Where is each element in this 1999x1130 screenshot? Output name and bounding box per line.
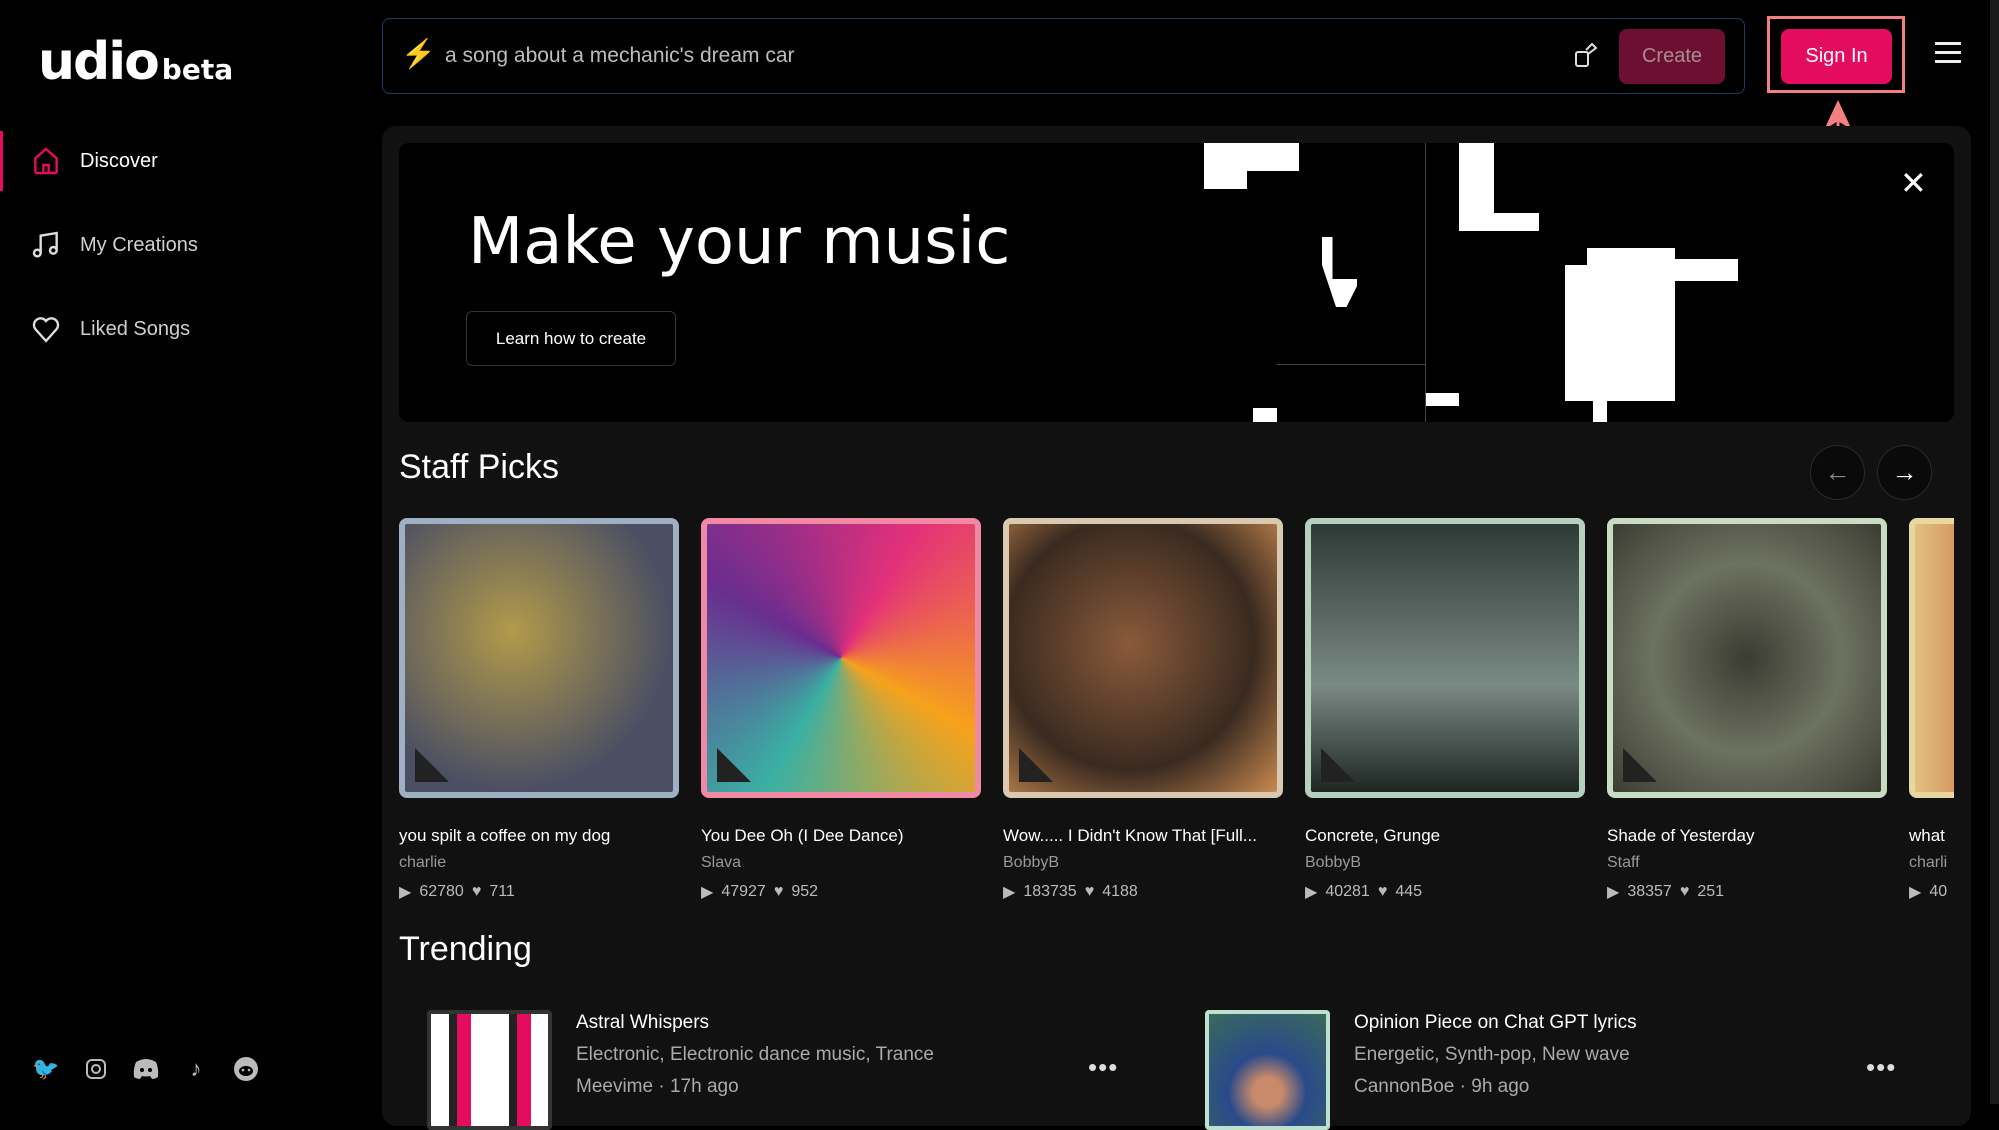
cover-art xyxy=(701,518,981,798)
like-count: 952 xyxy=(791,883,819,900)
track-author[interactable]: Meevime xyxy=(576,1076,653,1097)
heart-icon: ♥ xyxy=(773,883,784,900)
song-card[interactable]: You Dee Oh (I Dee Dance) Slava ▶ 47927 ♥ 95… xyxy=(701,518,981,902)
play-icon: ▶ xyxy=(1909,884,1922,901)
song-title[interactable]: Concrete, Grunge xyxy=(1305,826,1585,846)
like-count: 711 xyxy=(489,883,515,900)
scrollbar[interactable] xyxy=(1990,0,1999,1104)
track-time: 9h ago xyxy=(1471,1076,1530,1097)
song-artist[interactable]: BobbyB xyxy=(1305,854,1585,872)
cover-art xyxy=(1909,518,1954,798)
track-genres: Energetic, Synth-pop, New wave xyxy=(1354,1044,1630,1065)
cover-art xyxy=(1003,518,1283,798)
song-artist[interactable]: charlie xyxy=(399,854,679,872)
song-card[interactable]: Shade of Yesterday Staff ▶ 38357 ♥ 251 xyxy=(1607,518,1887,902)
more-options-icon[interactable]: ••• xyxy=(1088,1052,1118,1083)
song-card[interactable]: Wow..... I Didn't Know That [Full... Bob… xyxy=(1003,518,1283,902)
play-icon: ▶ xyxy=(1305,884,1318,901)
song-title[interactable]: what xyxy=(1909,826,1954,846)
cover-art xyxy=(1305,518,1585,798)
song-card[interactable]: you spilt a coffee on my dog charlie ▶ 62… xyxy=(399,518,679,902)
song-title[interactable]: You Dee Oh (I Dee Dance) xyxy=(701,826,981,846)
track-author[interactable]: CannonBoe xyxy=(1354,1076,1454,1097)
track-time: 17h ago xyxy=(669,1076,739,1097)
track-genres: Electronic, Electronic dance music, Tran… xyxy=(576,1044,934,1065)
play-icon: ▶ xyxy=(1607,884,1620,901)
like-count: 4188 xyxy=(1102,883,1138,900)
cover-art xyxy=(1607,518,1887,798)
song-title[interactable]: Shade of Yesterday xyxy=(1607,826,1887,846)
song-title[interactable]: Wow..... I Didn't Know That [Full... xyxy=(1003,826,1283,846)
song-artist[interactable]: Staff xyxy=(1607,854,1887,872)
like-count: 251 xyxy=(1697,883,1725,900)
play-count: 183735 xyxy=(1023,883,1077,900)
play-count: 38357 xyxy=(1627,883,1672,900)
song-artist[interactable]: charli xyxy=(1909,854,1954,872)
song-artist[interactable]: BobbyB xyxy=(1003,854,1283,872)
song-card[interactable]: what charli ▶ 40 xyxy=(1909,518,1954,902)
play-icon: ▶ xyxy=(701,884,714,901)
track-title[interactable]: Astral Whispers xyxy=(576,1012,934,1034)
song-artist[interactable]: Slava xyxy=(701,854,981,872)
more-options-icon[interactable]: ••• xyxy=(1866,1052,1896,1083)
cover-art xyxy=(399,518,679,798)
heart-icon: ♥ xyxy=(471,883,482,900)
play-icon: ▶ xyxy=(399,884,412,901)
play-count: 40 xyxy=(1929,883,1948,900)
trending-item[interactable]: Astral Whispers Electronic, Electronic d… xyxy=(427,1010,934,1130)
cover-art xyxy=(1205,1010,1330,1130)
heart-icon: ♥ xyxy=(1084,883,1095,900)
like-count: 445 xyxy=(1395,883,1423,900)
play-icon: ▶ xyxy=(1003,884,1016,901)
heart-icon: ♥ xyxy=(1679,883,1690,900)
play-count: 62780 xyxy=(419,883,464,900)
play-count: 47927 xyxy=(721,883,766,900)
play-count: 40281 xyxy=(1325,883,1370,900)
track-title[interactable]: Opinion Piece on Chat GPT lyrics xyxy=(1354,1012,1637,1034)
song-card[interactable]: Concrete, Grunge BobbyB ▶ 40281 ♥ 445 xyxy=(1305,518,1585,902)
heart-icon: ♥ xyxy=(1377,883,1388,900)
song-title[interactable]: you spilt a coffee on my dog xyxy=(399,826,679,846)
cover-art xyxy=(427,1010,552,1130)
trending-item[interactable]: Opinion Piece on Chat GPT lyrics Energet… xyxy=(1205,1010,1637,1130)
trending-title: Trending xyxy=(399,930,532,968)
